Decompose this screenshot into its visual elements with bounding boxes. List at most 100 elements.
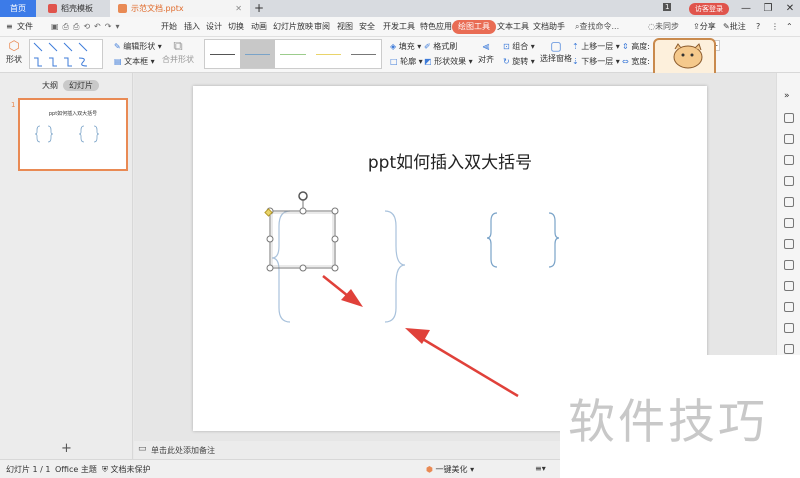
menu-text-tools[interactable]: 文本工具 [494,20,532,34]
image-icon[interactable] [784,323,794,333]
selection-pane-icon: ▢ [550,39,562,53]
menu-bar: ≡ 文件 ▣⎙⎙⟲↶↷▾ 开始 插入 设计 切换 动画 幻灯片放映 审阅 视图 … [0,17,800,37]
file-icon[interactable] [784,260,794,270]
beautify-button[interactable]: ⬢ 一键美化 ▾ [426,464,474,475]
line-style-gallery[interactable] [204,39,382,69]
line-style-1[interactable] [205,40,240,68]
edit-shape-icon: ✎ [114,42,121,51]
collapse-ribbon-icon[interactable]: ⌃ [783,20,796,34]
watermark-overlay: 软件技巧 [560,355,800,478]
close-tab-icon[interactable]: ✕ [235,4,242,13]
panel-icon[interactable] [784,302,794,312]
chevron-icon[interactable]: » [784,91,794,101]
shape-button[interactable]: ⬡ 形状 [6,39,22,65]
sync-status-label: 未同步 [654,22,679,31]
rotate-button[interactable]: ↻ 旋转 ▾ [503,56,535,67]
shape-style-icon[interactable] [784,155,794,165]
minimize-icon[interactable]: — [735,0,757,17]
merge-shape-icon: ⧉ [173,39,183,54]
protection-status[interactable]: ⛨ 文档未保护 [102,464,151,475]
edit-shape-label: 编辑形状 [123,42,156,51]
format-painter-button[interactable]: ✐ 格式刷 [424,41,457,52]
share-button[interactable]: ⇪分享 [690,20,719,34]
outline-button[interactable]: □ 轮廓 ▾ [390,56,423,67]
menu-devtools[interactable]: 开发工具 [380,20,418,34]
menu-design[interactable]: 设计 [203,20,225,34]
line-style-3[interactable] [275,40,310,68]
search-command[interactable]: ⌕查找命令... [572,20,622,34]
menu-file[interactable]: 文件 [14,20,36,34]
notes-toggle-icon[interactable]: ≡▾ [535,464,546,473]
visitor-login-button[interactable]: 访客登录 [689,3,729,15]
menu-features[interactable]: 特色应用 [417,20,455,34]
magic-icon[interactable] [784,176,794,186]
audio-icon[interactable] [784,344,794,354]
slide-thumbnail[interactable]: ppt如何插入双大括号 [18,98,128,171]
large-right-brace [384,210,406,323]
tab-slides[interactable]: 幻灯片 [63,80,99,91]
menu-insert[interactable]: 插入 [181,20,203,34]
group-label: 组合 [512,42,529,51]
close-icon[interactable]: ✕ [779,0,800,17]
menu-doc-assistant[interactable]: 文档助手 [530,20,568,34]
send-backward-button[interactable]: ⇣ 下移一层 ▾ [572,56,620,67]
animation-icon[interactable] [784,197,794,207]
align-button[interactable]: ⫷ 对齐 [478,39,494,65]
search-command-label: 查找命令... [579,22,620,31]
menu-view[interactable]: 视图 [334,20,356,34]
line-style-4[interactable] [311,40,346,68]
watermark-text: 软件技巧 [568,395,768,450]
restore-icon[interactable]: ❐ [757,0,779,17]
menu-home[interactable]: 开始 [158,20,180,34]
menu-drawing-tools[interactable]: 绘图工具 [452,20,496,34]
outline-icon: □ [390,57,398,66]
select-icon[interactable] [784,113,794,123]
copy-icon[interactable] [784,134,794,144]
notes-icon: ▭ [138,444,147,454]
fill-button[interactable]: ◈ 填充 ▾ [390,41,421,52]
tab-document[interactable]: 示范文档.pptx ✕ [110,0,250,17]
comment-button[interactable]: ✎批注 [720,20,749,34]
sync-status[interactable]: ◌未同步 [645,20,682,34]
tab-document-label: 示范文档.pptx [131,4,184,13]
slide-count: 幻灯片 1 / 1 [6,465,51,474]
share-label: 分享 [699,22,716,31]
group-button[interactable]: ⊡ 组合 ▾ [503,41,535,52]
badge-number: 1 [663,3,672,11]
edit-shape-button[interactable]: ✎ 编辑形状 ▾ [114,41,162,52]
menu-animation[interactable]: 动画 [248,20,270,34]
ppt-file-icon [118,4,127,13]
line-style-5[interactable] [346,40,381,68]
menu-review[interactable]: 审阅 [311,20,333,34]
quick-access-icons[interactable]: ▣⎙⎙⟲↶↷▾ [48,20,126,34]
tab-template[interactable]: 稻壳模板 [40,0,110,17]
shape-effect-icon: ◩ [424,57,432,66]
tab-home[interactable]: 首页 [0,0,36,17]
layers-icon[interactable] [784,281,794,291]
menu-slideshow[interactable]: 幻灯片放映 [270,20,316,34]
comment-label: 批注 [729,22,746,31]
sync-icon: ◌ [648,22,655,31]
line-style-2[interactable] [240,40,276,68]
theme-name: Office 主题 [55,465,97,474]
textbox-label: 文本框 [124,57,149,66]
tab-bar: 首页 稻壳模板 示范文档.pptx ✕ + 1 访客登录 — ❐ ✕ [0,0,800,17]
more-icon[interactable]: ⋮ [768,20,782,34]
send-backward-label: 下移一层 [581,57,614,66]
height-text: 高度: [631,42,650,51]
bring-forward-button[interactable]: ⇡ 上移一层 ▾ [572,41,620,52]
menu-transition[interactable]: 切换 [225,20,247,34]
help-icon[interactable]: ? [753,20,763,34]
add-slide-icon[interactable]: + [61,441,72,456]
chart-icon[interactable] [784,218,794,228]
new-tab-icon[interactable]: + [254,1,264,15]
property-icon[interactable] [784,239,794,249]
tab-outline[interactable]: 大纲 [42,80,58,91]
width-icon: ⇔ [622,57,629,66]
menu-security[interactable]: 安全 [356,20,378,34]
textbox-button[interactable]: ▤ 文本框 ▾ [114,56,155,67]
shape-effect-button[interactable]: ◩ 形状效果 ▾ [424,56,473,67]
merge-shape-button[interactable]: ⧉ 合并形状 [162,39,194,65]
selection-pane-button[interactable]: ▢ 选择窗格 [540,39,572,64]
shapes-gallery[interactable] [29,39,103,69]
